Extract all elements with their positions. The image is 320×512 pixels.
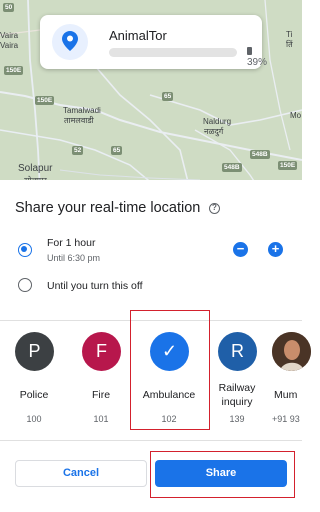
highlight-box-ambulance	[130, 310, 210, 430]
map-label: नळदुर्ग	[204, 127, 224, 136]
contact-avatar: F	[82, 332, 121, 371]
contact-number: 100	[26, 414, 42, 424]
contact-name: Fire	[91, 389, 111, 401]
option-label: Until you turn this off	[47, 280, 143, 292]
contact-name-line1: Railway	[218, 382, 256, 394]
contact-number: +91 93	[272, 414, 300, 424]
road-shield: 52	[72, 146, 84, 155]
address-placeholder	[109, 48, 237, 57]
shared-contact-card[interactable]: AnimalTor 39%	[40, 15, 267, 69]
road-shield: 548B	[250, 150, 270, 159]
map-label: Ti	[286, 30, 293, 39]
map-label: Tamalwadi	[63, 106, 101, 115]
avatar	[52, 24, 88, 60]
contact-name: Police	[19, 389, 49, 401]
help-icon[interactable]: ?	[209, 203, 220, 214]
map-label-city: Solapur	[18, 163, 53, 174]
contact-name: AnimalTor	[109, 28, 167, 43]
battery-icon	[247, 47, 252, 55]
map-label: तामलवाडी	[64, 116, 94, 125]
road-shield: 50	[3, 3, 15, 12]
contact-avatar: P	[15, 332, 54, 371]
avatar-photo-icon	[272, 332, 311, 371]
road-shield: 65	[162, 92, 174, 101]
location-pin-icon	[62, 31, 78, 51]
map-label: Vaira	[0, 31, 19, 40]
map-label: Naldurg	[203, 117, 232, 126]
road-shield: 548B	[222, 163, 242, 172]
contact-name: Mum	[274, 389, 298, 401]
radio-until-turn-off[interactable]	[18, 278, 32, 292]
map-label: तिं	[286, 40, 293, 49]
option-label: For 1 hour	[47, 237, 96, 249]
contact-name-line2: inquiry	[221, 396, 253, 408]
highlight-box-share	[150, 451, 295, 498]
sheet-title: Share your real-time location	[15, 200, 201, 216]
road-shield: 150E	[278, 161, 298, 170]
road-shield: 150E	[35, 96, 55, 105]
divider	[0, 440, 302, 441]
contact-number: 101	[93, 414, 109, 424]
option-sublabel: Until 6:30 pm	[47, 253, 101, 263]
contact-avatar: R	[218, 332, 257, 371]
radio-for-1-hour[interactable]	[18, 243, 32, 257]
battery-status: 39%	[247, 46, 267, 68]
contact-photo	[272, 332, 311, 371]
battery-percent: 39%	[247, 57, 268, 68]
increase-time-button[interactable]: +	[268, 242, 283, 257]
map-label: Mo	[290, 111, 302, 120]
contact-number: 139	[229, 414, 245, 424]
map-label: Vaira	[0, 41, 19, 50]
cancel-button[interactable]: Cancel	[15, 460, 147, 487]
road-shield: 150E	[4, 66, 24, 75]
decrease-time-button[interactable]: −	[233, 242, 248, 257]
road-shield: 65	[111, 146, 123, 155]
